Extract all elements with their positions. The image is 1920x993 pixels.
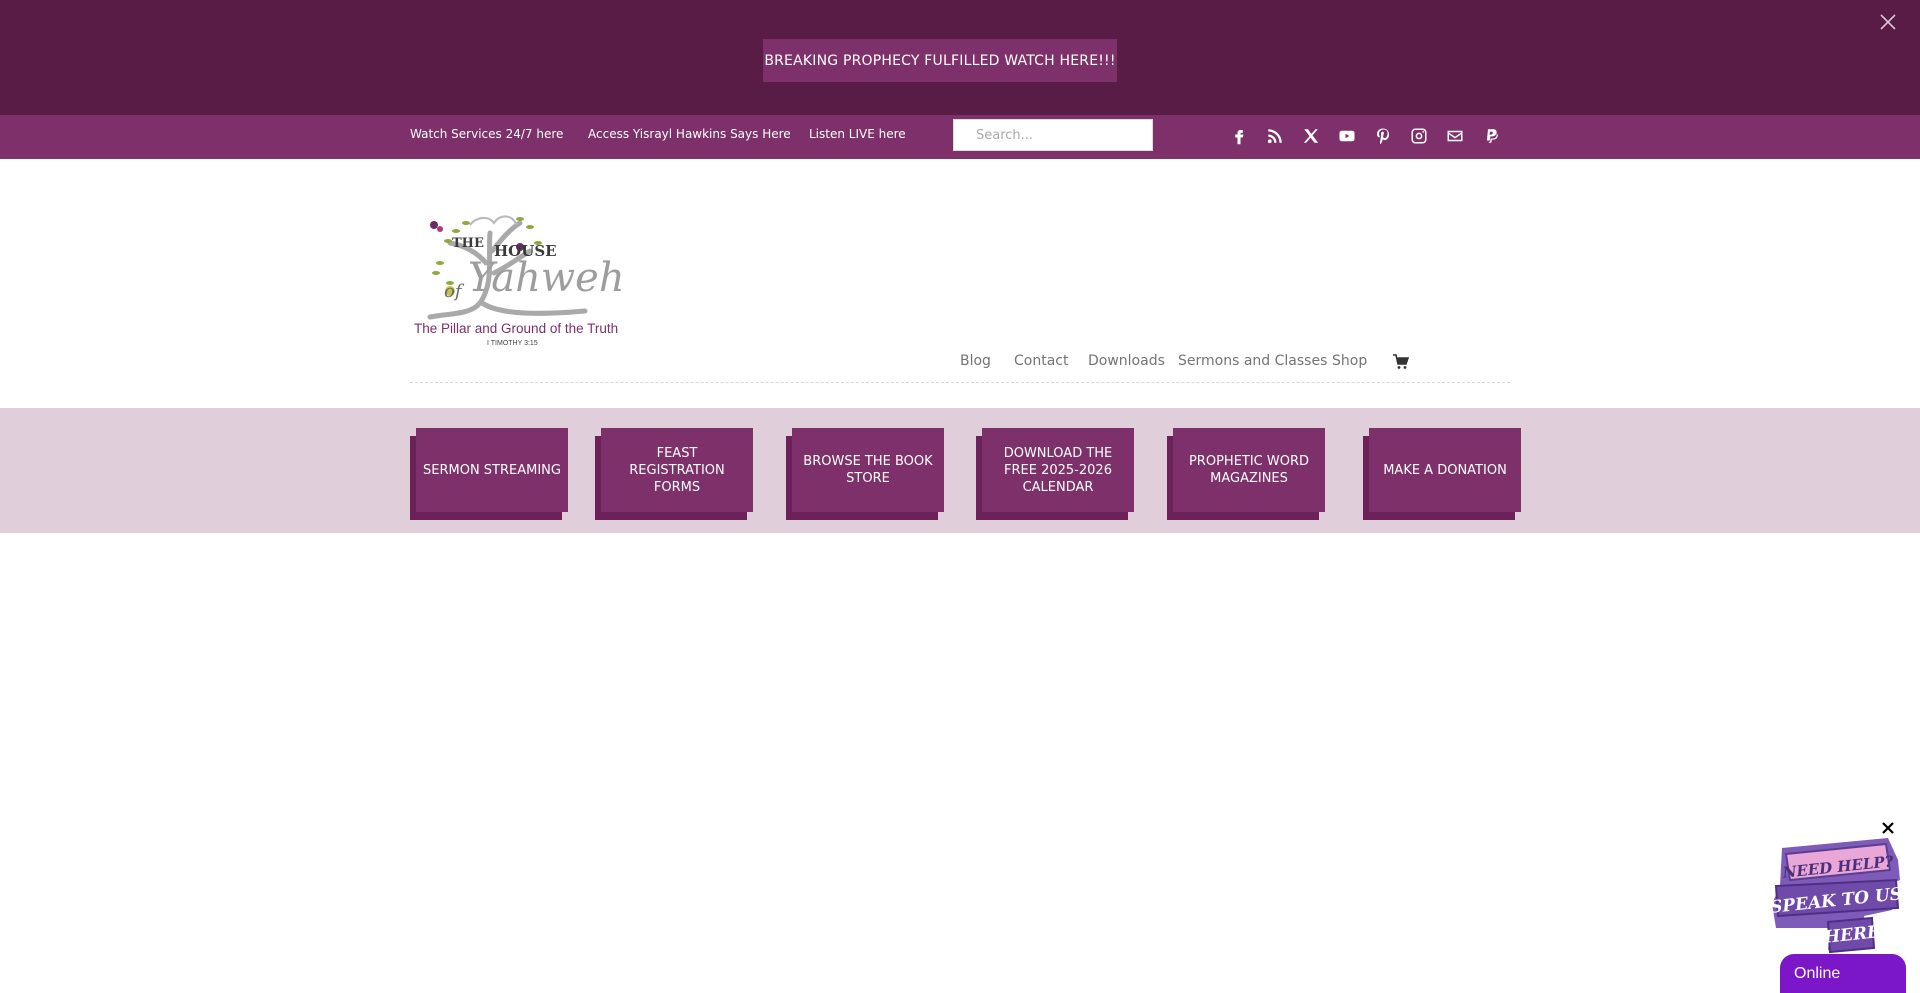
sermon-streaming-button[interactable]: SERMON STREAMING — [416, 428, 568, 512]
facebook-icon[interactable] — [1227, 124, 1251, 148]
youtube-icon[interactable] — [1335, 124, 1359, 148]
watch-services-link[interactable]: Watch Services 24/7 here — [410, 127, 563, 141]
nav-downloads[interactable]: Downloads — [1088, 353, 1165, 369]
feast-registration-button[interactable]: FEAST REGISTRATION FORMS — [601, 428, 753, 512]
search-input[interactable] — [976, 127, 1130, 143]
nav-sermons-and-classes[interactable]: Sermons and Classes — [1178, 353, 1327, 369]
logo-verse: I TIMOTHY 3:15 — [487, 340, 538, 347]
need-help-badge[interactable]: NEED HELP? SPEAK TO US HERE — [1768, 836, 1904, 954]
make-donation-button[interactable]: MAKE A DONATION — [1369, 428, 1521, 512]
logo-word-the: THE — [452, 236, 484, 251]
search-box — [953, 119, 1153, 151]
logo-word-yahweh: Yahweh — [468, 255, 625, 301]
instagram-icon[interactable] — [1407, 124, 1431, 148]
nav-blog[interactable]: Blog — [960, 353, 991, 369]
breaking-prophecy-button[interactable]: BREAKING PROPHECY FULFILLED WATCH HERE!!… — [763, 39, 1117, 82]
logo-word-of: of — [444, 281, 465, 302]
x-icon[interactable] — [1299, 124, 1323, 148]
logo-tagline: The Pillar and Ground of the Truth — [414, 321, 618, 336]
close-icon[interactable] — [1878, 12, 1898, 32]
house-of-yahweh-logo: THE HOUSE of Yahweh The Pillar and Groun… — [414, 215, 625, 347]
nav-shop[interactable]: Shop — [1332, 353, 1367, 369]
cta-band — [0, 408, 1920, 533]
book-store-button[interactable]: BROWSE THE BOOK STORE — [792, 428, 944, 512]
cart-icon[interactable] — [1393, 354, 1409, 370]
notification-bar: BREAKING PROPHECY FULFILLED WATCH HERE!!… — [0, 0, 1920, 115]
pinterest-icon[interactable] — [1371, 124, 1395, 148]
prophetic-magazines-button[interactable]: PROPHETIC WORD MAGAZINES — [1173, 428, 1325, 512]
email-icon[interactable] — [1443, 124, 1467, 148]
nav-contact[interactable]: Contact — [1014, 353, 1068, 369]
paypal-icon[interactable] — [1479, 124, 1503, 148]
secondary-header: Watch Services 24/7 here Access Yisrayl … — [0, 115, 1920, 159]
header-divider — [410, 382, 1510, 383]
site-logo[interactable]: THE HOUSE of Yahweh The Pillar and Groun… — [410, 203, 632, 351]
rss-icon[interactable] — [1263, 124, 1287, 148]
chat-close-icon[interactable] — [1880, 820, 1896, 836]
listen-live-link[interactable]: Listen LIVE here — [809, 127, 906, 141]
calendar-download-button[interactable]: DOWNLOAD THE FREE 2025-2026 CALENDAR — [982, 428, 1134, 512]
chat-online-tab[interactable]: Online — [1780, 954, 1906, 993]
yisrayl-hawkins-link[interactable]: Access Yisrayl Hawkins Says Here — [588, 127, 791, 141]
